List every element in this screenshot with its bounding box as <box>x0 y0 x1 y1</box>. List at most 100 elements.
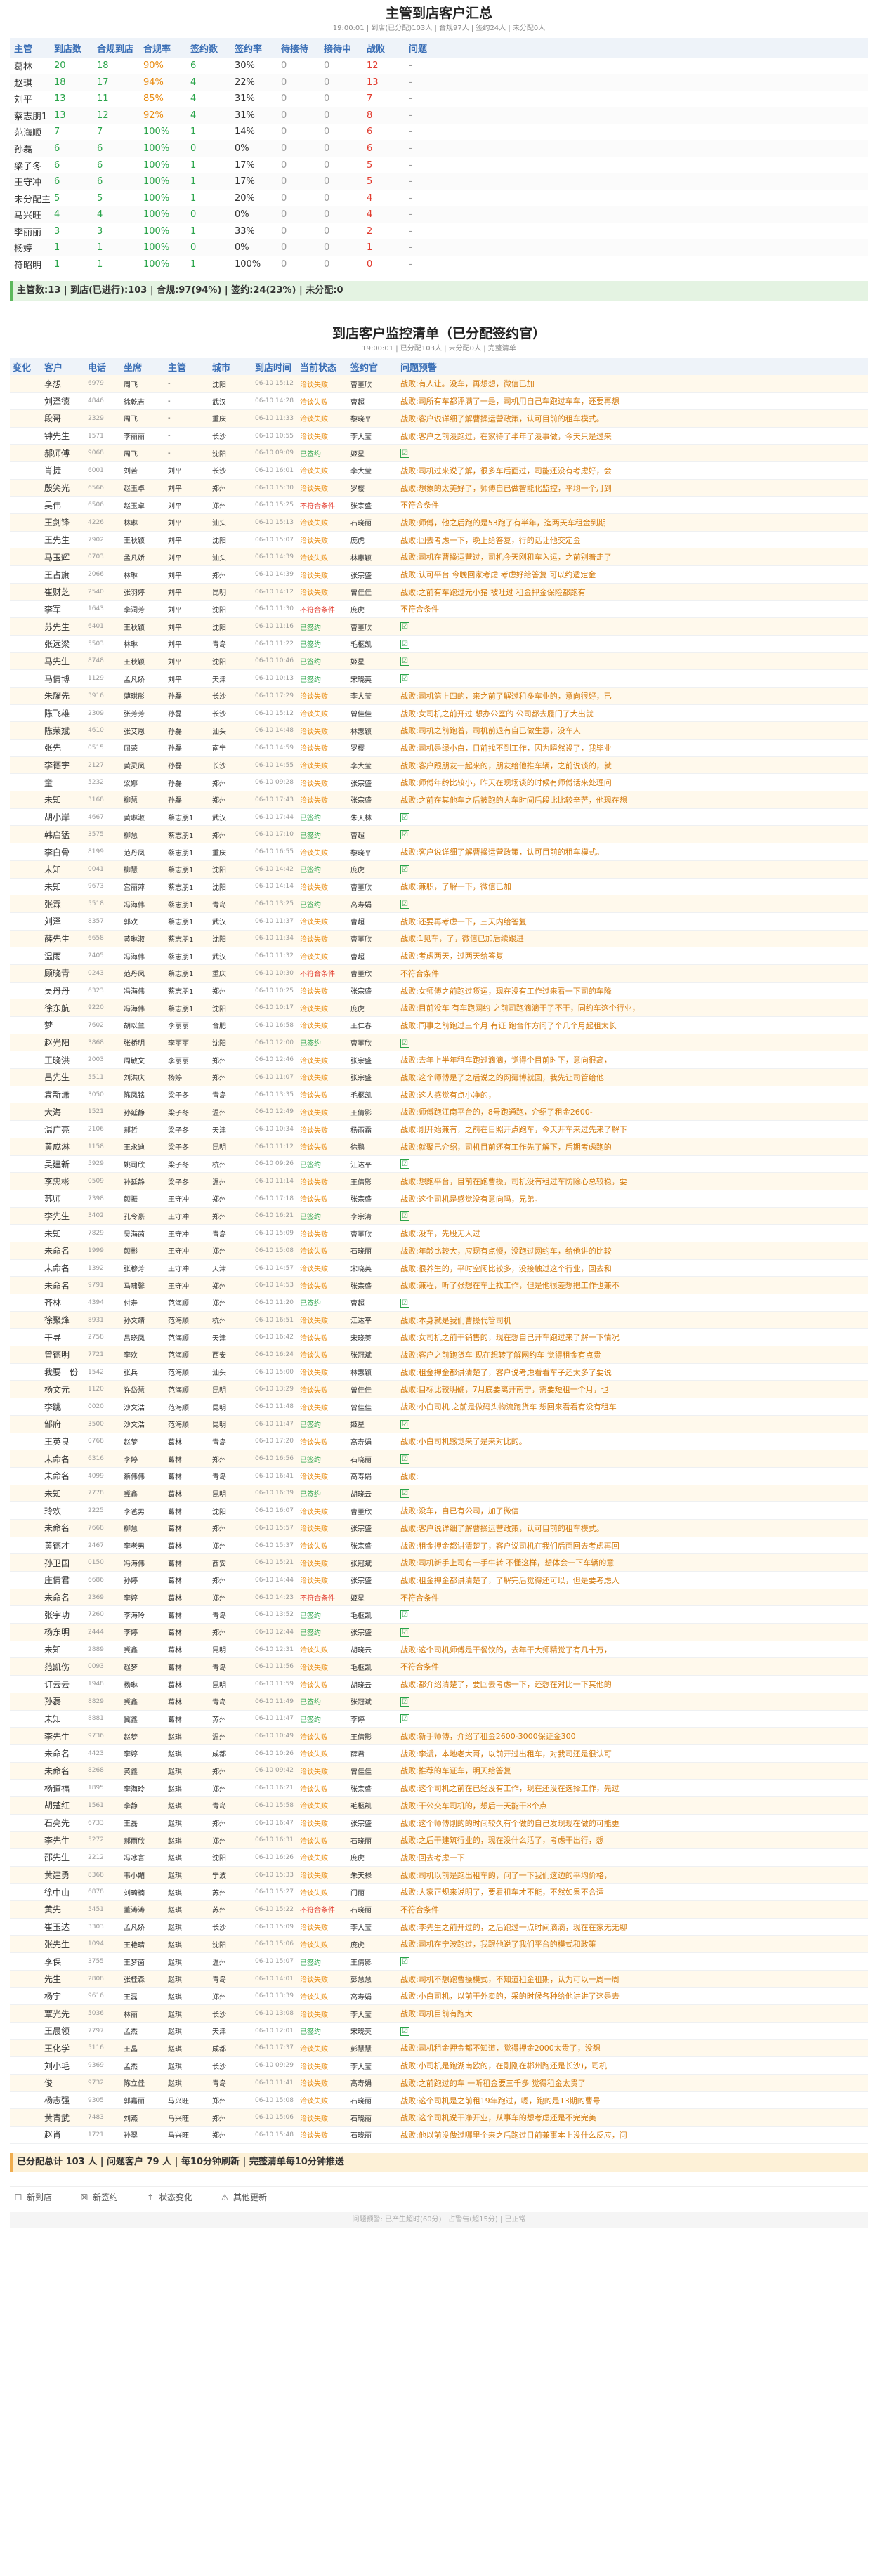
detail-cell: 2808 <box>85 1970 121 1988</box>
check-icon: ☑ <box>400 639 409 649</box>
issue-warning-cell: ☑ <box>398 1155 868 1174</box>
detail-cell <box>10 2126 41 2144</box>
detail-cell: 06-10 14:23 <box>252 1589 297 1607</box>
detail-cell: 06-10 16:39 <box>252 1485 297 1503</box>
summary-cell: 18 <box>50 74 93 91</box>
detail-cell <box>10 878 41 896</box>
detail-cell: 06-10 11:12 <box>252 1138 297 1156</box>
detail-cell: 刘燕 <box>121 2108 165 2127</box>
detail-cell: 钟先生 <box>41 427 85 445</box>
issue-warning-cell: 战败:租金押金都讲清楚了，客户说司机在我们后面回去考虑再回 <box>398 1537 868 1555</box>
detail-cell: 06-10 12:01 <box>252 2022 297 2040</box>
summary-cell: 4 <box>186 74 230 91</box>
detail-cell: 已签约 <box>297 860 348 879</box>
summary-cell: 0 <box>281 192 287 204</box>
detail-cell: 赵琪 <box>165 1952 209 1971</box>
summary-cell: 刘平 <box>14 95 33 106</box>
detail-cell: 范凯伤 <box>41 1657 85 1676</box>
detail-cell: 张宗盛 <box>348 1068 398 1086</box>
table-row: 杨婷 1 1 100% 0 0% 0 0 1- <box>10 239 868 256</box>
table-row: 孙磊 6 6 100% 0 0% 0 0 6- <box>10 140 868 157</box>
detail-cell: 06-10 14:01 <box>252 1970 297 1988</box>
detail-cell: 董涛涛 <box>121 1900 165 1919</box>
table-row: 张先生 1094 王艳晴 赵琪 沈阳 06-10 15:06 洽谈失败 庞虎 战败:司机在宁波跑… <box>10 1935 868 1954</box>
detail-cell: 青岛 <box>209 635 252 653</box>
issue-warning-cell: 战败:小司机是跑湖南欧的，在刚刚在郴州跑还是长沙)，司机 <box>398 2056 868 2075</box>
detail-cell: 6686 <box>85 1571 121 1589</box>
summary-footer: 主管数:13 | 到店(已进行):103 | 合规:97(94%) | 签约:2… <box>10 281 868 301</box>
detail-cell <box>10 1415 41 1433</box>
detail-cell: 06-10 16:55 <box>252 843 297 861</box>
detail-cell: 已签约 <box>297 669 348 688</box>
summary-cell: 王守冲 <box>10 173 50 190</box>
detail-cell: 张兵 <box>121 1363 165 1381</box>
detail-cell: 2405 <box>85 947 121 965</box>
detail-cell <box>10 1589 41 1607</box>
summary-cell: 92% <box>139 107 186 124</box>
detail-cell: 06-10 11:34 <box>252 930 297 948</box>
detail-cell: 已签约 <box>297 1294 348 1312</box>
detail-cell: 洽谈失败 <box>297 1848 348 1867</box>
detail-cell: 刘平 <box>165 531 209 549</box>
detail-cell: 大海 <box>41 1103 85 1122</box>
detail-cell: - <box>165 427 209 445</box>
detail-cell: 刘平 <box>165 600 209 619</box>
detail-cell: 赵梦 <box>121 1657 165 1676</box>
detail-cell: 06-10 16:24 <box>252 1346 297 1364</box>
summary-cell: 100% <box>139 173 186 190</box>
issue-warning-cell: 战败:客户说详细了解曹操运营政策，认可目前的租车模式。 <box>398 843 868 861</box>
detail-cell: 洽谈失败 <box>297 565 348 584</box>
detail-cell: 王永迪 <box>121 1138 165 1156</box>
detail-cell: 孙磊 <box>165 704 209 723</box>
issue-warning-cell: 战败:司机第上四的，来之前了解过租多车业的，意向很好，已 <box>398 687 868 705</box>
detail-cell: 张宗盛 <box>348 496 398 515</box>
detail-cell: 已签约 <box>297 1485 348 1503</box>
check-icon: ☑ <box>400 1419 409 1429</box>
detail-cell: 刘平 <box>165 548 209 567</box>
detail-cell: 9369 <box>85 2056 121 2075</box>
detail-cell: 冯海伟 <box>121 947 165 965</box>
summary-cell: 6 <box>367 126 373 138</box>
detail-cell: 王秋颖 <box>121 617 165 636</box>
issue-warning-cell: 战败:1见车，了，微信已加后续跟进 <box>398 930 868 948</box>
detail-cell <box>10 2074 41 2092</box>
detail-cell: 颜振 <box>121 1190 165 1208</box>
detail-cell: 马先生 <box>41 652 85 671</box>
detail-cell: 李丽丽 <box>121 427 165 445</box>
detail-cell: 06-10 15:12 <box>252 375 297 393</box>
summary-cell: 3 <box>97 225 103 237</box>
detail-cell: 已签约 <box>297 1415 348 1433</box>
detail-cell: 庞虎 <box>348 860 398 879</box>
detail-cell: 青岛 <box>209 1796 252 1815</box>
detail-cell: 06-10 14:53 <box>252 1276 297 1295</box>
detail-cell: 周飞 <box>121 375 165 393</box>
detail-cell: 沈阳 <box>209 878 252 896</box>
detail-cell: - <box>165 409 209 428</box>
issue-warning-cell: 战败:想象的太美好了，师傅自已做智能化监控，平均一个月到 <box>398 479 868 497</box>
detail-cell: 王英良 <box>41 1433 85 1451</box>
detail-cell: 7668 <box>85 1519 121 1537</box>
summary-cell: 33% <box>235 225 255 237</box>
table-row: 李白骨 8199 范丹凤 蔡志朋1 重庆 06-10 16:55 洽谈失败 黎晓平 战败:客户说… <box>10 843 868 861</box>
legend-item: ☒ 新签约 <box>80 2193 118 2202</box>
detail-cell: 张宇功 <box>41 1605 85 1624</box>
detail-cell <box>10 773 41 792</box>
detail-cell <box>10 375 41 393</box>
detail-cell: 姬星 <box>348 652 398 671</box>
detail-col-header: 城市 <box>212 362 231 374</box>
detail-cell: 郑州 <box>209 1276 252 1295</box>
detail-cell: 梁子冬 <box>165 1120 209 1138</box>
detail-cell: 梁娜 <box>121 773 165 792</box>
summary-cell: 94% <box>139 74 186 91</box>
detail-cell: 06-10 11:59 <box>252 1675 297 1693</box>
detail-cell: 高寿娟 <box>348 1433 398 1451</box>
issue-warning-cell: 战败:女师傅之前跑过货运，现在没有工作过来看一下司的车降 <box>398 982 868 1000</box>
detail-cell: 洽谈失败 <box>297 1259 348 1277</box>
detail-cell: 7398 <box>85 1190 121 1208</box>
issue-warning-cell: ☑ <box>398 444 868 463</box>
detail-cell: 郑州 <box>209 1294 252 1312</box>
detail-cell: 洽谈失败 <box>297 1831 348 1850</box>
detail-cell: 未知 <box>41 878 85 896</box>
detail-cell: 范丹凤 <box>121 964 165 983</box>
detail-cell: 06-10 16:31 <box>252 1831 297 1850</box>
